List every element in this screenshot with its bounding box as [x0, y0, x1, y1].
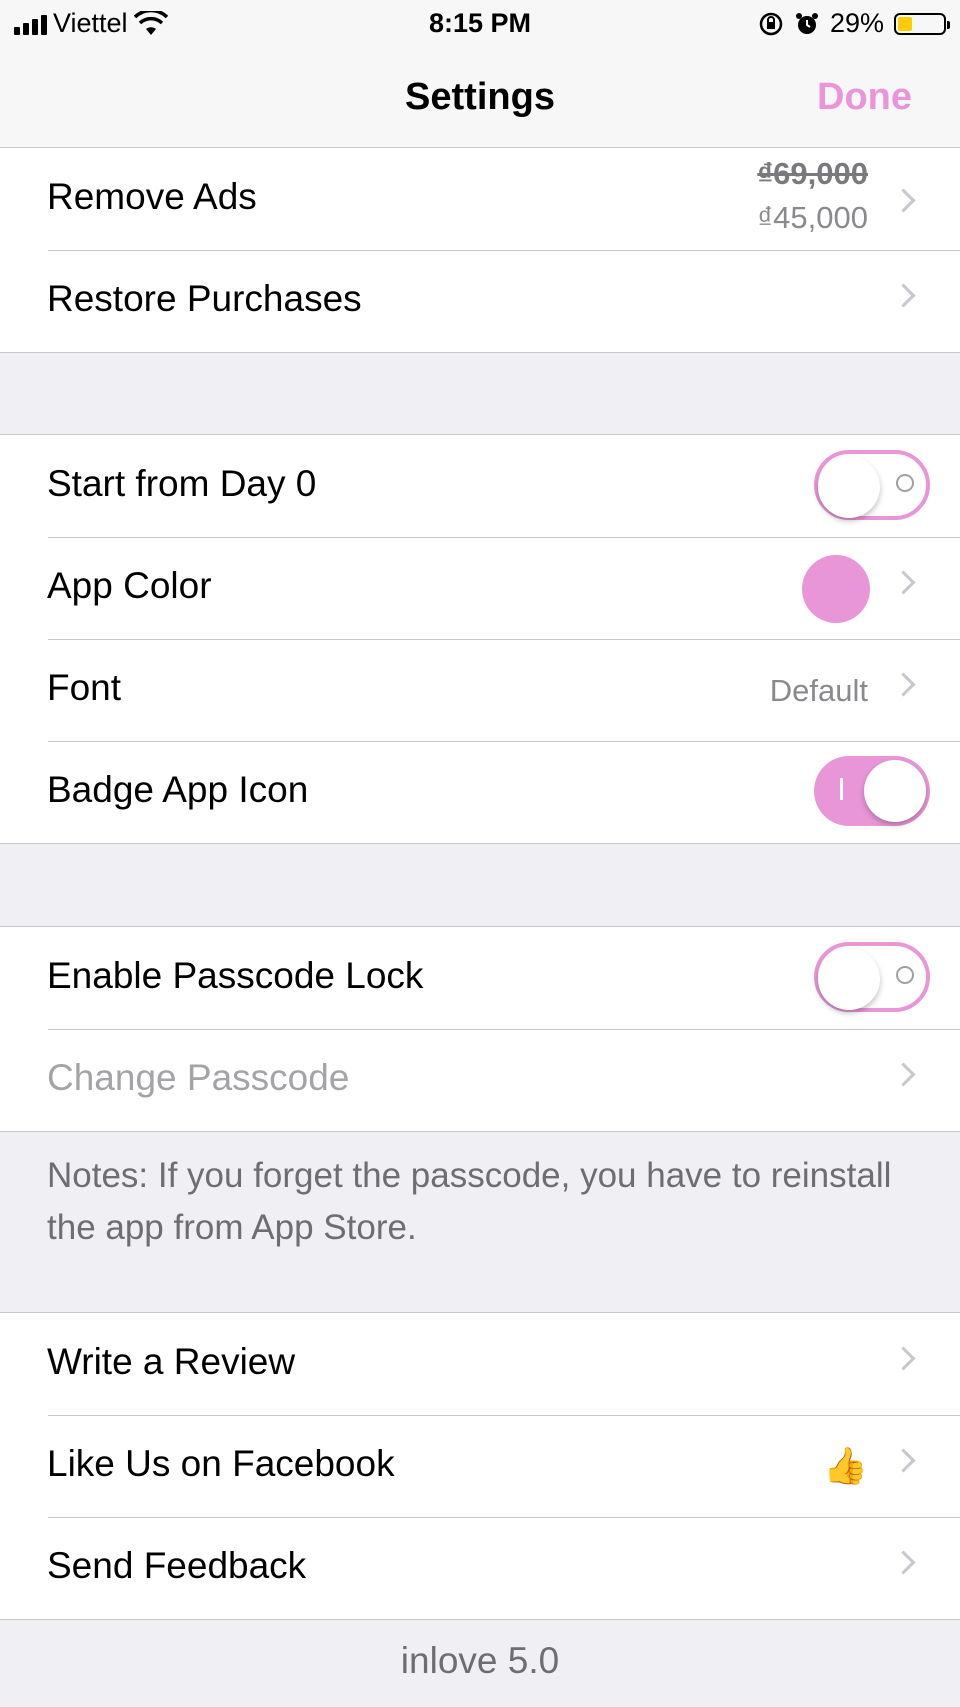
change-passcode-row[interactable]: Change Passcode — [0, 1029, 960, 1131]
chevron-right-icon — [891, 1062, 916, 1087]
chevron-right-icon — [891, 283, 916, 308]
page-title: Settings — [405, 76, 555, 118]
orientation-lock-icon — [759, 12, 783, 35]
write-review-row[interactable]: Write a Review — [0, 1313, 960, 1415]
start-day0-toggle[interactable] — [814, 450, 930, 520]
font-label: Font — [47, 667, 122, 708]
security-group: Enable Passcode Lock Change Passcode — [0, 926, 960, 1132]
start-day0-label: Start from Day 0 — [47, 463, 317, 504]
status-right: 29% — [758, 8, 950, 39]
write-review-label: Write a Review — [47, 1341, 296, 1382]
facebook-row[interactable]: Like Us on Facebook 👍 — [0, 1415, 960, 1517]
remove-ads-row[interactable]: Remove Ads ₫69,000 ₫45,000 — [0, 148, 960, 250]
send-feedback-label: Send Feedback — [47, 1545, 307, 1586]
chevron-right-icon — [891, 1448, 916, 1473]
badge-label: Badge App Icon — [47, 769, 309, 810]
change-passcode-label: Change Passcode — [47, 1057, 350, 1098]
passcode-row: Enable Passcode Lock — [0, 927, 960, 1029]
done-button[interactable]: Done — [817, 76, 912, 119]
version-label: inlove 5.0 — [400, 1640, 560, 1681]
font-row[interactable]: Font Default — [0, 639, 960, 741]
status-bar: Viettel 8:15 PM 29% — [0, 0, 960, 48]
passcode-note: Notes: If you forget the passcode, you h… — [47, 1156, 892, 1247]
start-day0-row: Start from Day 0 — [0, 435, 960, 537]
chevron-right-icon — [891, 188, 916, 213]
restore-purchases-label: Restore Purchases — [47, 278, 362, 319]
restore-purchases-row[interactable]: Restore Purchases — [0, 250, 960, 352]
chevron-right-icon — [891, 570, 916, 595]
app-color-label: App Color — [47, 565, 212, 606]
alarm-icon — [795, 12, 818, 34]
facebook-label: Like Us on Facebook — [47, 1443, 395, 1484]
battery-icon — [894, 12, 950, 35]
badge-toggle[interactable] — [814, 756, 930, 826]
thumbs-up-icon: 👍 — [823, 1445, 868, 1486]
chevron-right-icon — [891, 1550, 916, 1575]
sale-price: ₫45,000 — [757, 200, 868, 235]
original-price: ₫69,000 — [757, 156, 868, 191]
app-color-row[interactable]: App Color — [0, 537, 960, 639]
badge-row: Badge App Icon — [0, 741, 960, 843]
preferences-group: Start from Day 0 App Color Font Default … — [0, 434, 960, 844]
chevron-right-icon — [891, 1346, 916, 1371]
chevron-right-icon — [891, 672, 916, 697]
navigation-bar: Settings Done — [0, 48, 960, 148]
remove-ads-label: Remove Ads — [47, 176, 257, 217]
passcode-toggle[interactable] — [814, 942, 930, 1012]
color-swatch — [802, 555, 870, 623]
battery-percent: 29% — [829, 8, 884, 38]
purchase-group: Remove Ads ₫69,000 ₫45,000 Restore Purch… — [0, 148, 960, 353]
send-feedback-row[interactable]: Send Feedback — [0, 1517, 960, 1619]
social-group: Write a Review Like Us on Facebook 👍 Sen… — [0, 1312, 960, 1620]
font-value: Default — [769, 673, 868, 708]
passcode-label: Enable Passcode Lock — [47, 955, 424, 996]
